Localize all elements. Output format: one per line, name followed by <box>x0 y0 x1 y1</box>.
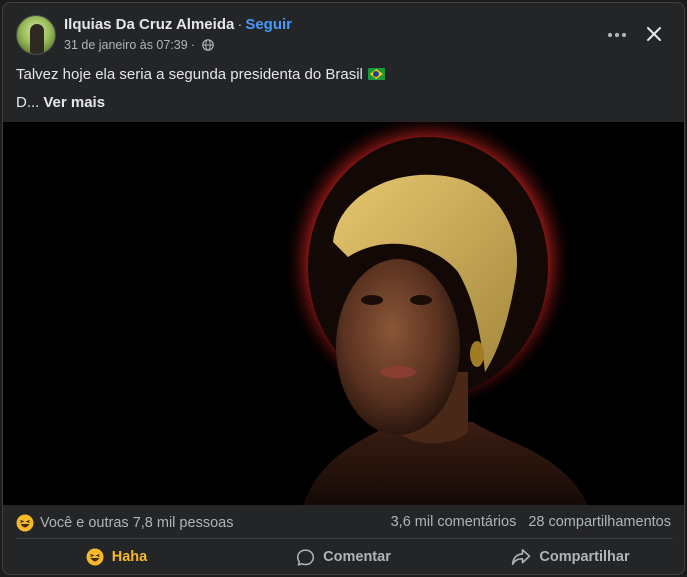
author-avatar[interactable] <box>16 15 56 55</box>
post-stats: Você e outras 7,8 mil pessoas 3,6 mil co… <box>3 505 684 539</box>
author-line: Ilquias Da Cruz Almeida · Seguir <box>64 16 292 33</box>
meta-separator: · <box>190 38 195 52</box>
share-icon <box>512 549 531 565</box>
reactions-text: Você e outras 7,8 mil pessoas <box>40 515 234 531</box>
portrait-illustration <box>3 122 684 505</box>
follow-link[interactable]: Seguir <box>245 16 292 33</box>
avatar-figure <box>30 24 44 54</box>
caption-truncated: D... <box>16 94 40 111</box>
separator-dot: · <box>237 16 243 33</box>
post-text-line1: Talvez hoje ela seria a segunda presiden… <box>16 65 385 85</box>
globe-icon[interactable] <box>202 39 214 51</box>
comment-label: Comentar <box>323 549 391 565</box>
post-meta: 31 de janeiro às 07:39 · <box>64 38 214 52</box>
close-icon[interactable] <box>639 19 669 49</box>
brazil-flag-icon <box>367 68 385 80</box>
post-header: Ilquias Da Cruz Almeida · Seguir 31 de jan… <box>3 3 684 63</box>
post-photo[interactable] <box>3 122 684 505</box>
author-name[interactable]: Ilquias Da Cruz Almeida <box>64 16 234 33</box>
more-options-icon[interactable] <box>603 23 631 47</box>
reactions-summary[interactable]: Você e outras 7,8 mil pessoas <box>16 514 233 532</box>
post-text-line2: D... Ver mais <box>16 93 105 113</box>
reaction-label: Haha <box>111 549 148 565</box>
post-card: Ilquias Da Cruz Almeida · Seguir 31 de jan… <box>2 2 685 575</box>
engagement-counts: 3,6 mil comentários 28 compartilhamentos <box>391 514 671 530</box>
haha-emoji-icon <box>86 548 104 566</box>
see-more-link[interactable]: Ver mais <box>43 94 105 111</box>
haha-emoji-icon <box>16 514 34 532</box>
shares-count[interactable]: 28 compartilhamentos <box>528 514 671 530</box>
comments-count[interactable]: 3,6 mil comentários <box>391 514 517 530</box>
share-label: Compartilhar <box>539 549 630 565</box>
comment-icon <box>297 548 315 566</box>
reaction-button[interactable]: Haha <box>3 539 230 574</box>
post-caption: Talvez hoje ela seria a segunda presiden… <box>16 66 363 83</box>
comment-button[interactable]: Comentar <box>230 539 457 574</box>
post-timestamp[interactable]: 31 de janeiro às 07:39 <box>64 38 188 52</box>
post-actions-bar: Haha Comentar Compartilhar <box>3 539 684 574</box>
share-button[interactable]: Compartilhar <box>457 539 684 574</box>
